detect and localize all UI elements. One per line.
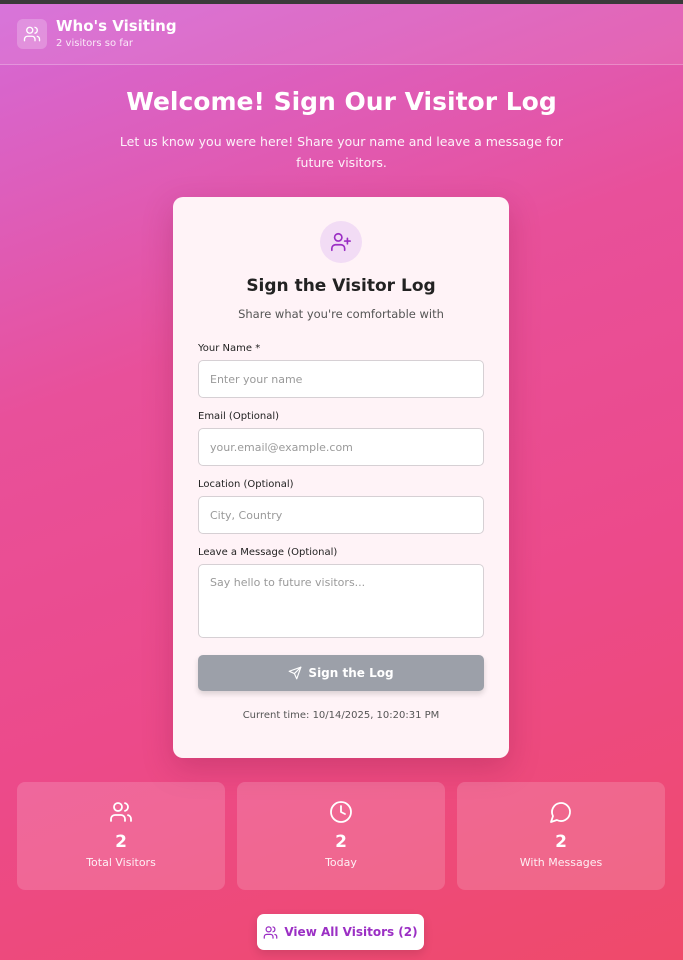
app-title: Who's Visiting — [56, 17, 177, 35]
current-time: Current time: 10/14/2025, 10:20:31 PM — [242, 710, 440, 721]
users-icon — [17, 19, 47, 49]
page-subtitle: Let us know you were here! Share your na… — [119, 134, 564, 170]
message-circle-icon — [549, 800, 573, 824]
stat-value: 2 — [555, 832, 567, 852]
view-all-visitors-button[interactable]: View All Visitors (2) — [257, 914, 424, 950]
message-textarea[interactable] — [198, 564, 484, 638]
users-icon — [263, 925, 278, 940]
stat-today: 2 Today — [237, 782, 445, 890]
visitor-count-subtitle: 2 visitors so far — [56, 38, 134, 49]
send-icon — [288, 666, 302, 680]
stat-value: 2 — [335, 832, 347, 852]
message-label: Leave a Message (Optional) — [198, 547, 338, 558]
clock-icon — [329, 800, 353, 824]
email-label: Email (Optional) — [198, 411, 280, 422]
sign-log-button[interactable]: Sign the Log — [198, 655, 484, 691]
location-input[interactable] — [198, 496, 484, 534]
stat-label: Total Visitors — [86, 856, 156, 869]
name-input[interactable] — [198, 360, 484, 398]
name-label: Your Name * — [198, 343, 261, 354]
stat-label: With Messages — [519, 856, 603, 869]
stat-value: 2 — [115, 832, 127, 852]
stat-total-visitors: 2 Total Visitors — [17, 782, 225, 890]
sign-log-button-label: Sign the Log — [308, 666, 394, 680]
user-plus-icon — [320, 221, 362, 263]
app-header: Who's Visiting 2 visitors so far — [0, 4, 683, 65]
form-subtitle: Share what you're comfortable with — [238, 307, 444, 321]
page-title: Welcome! Sign Our Visitor Log — [126, 87, 557, 116]
location-label: Location (Optional) — [198, 479, 294, 490]
visitor-log-form-card: Sign the Visitor Log Share what you're c… — [173, 197, 509, 758]
view-all-visitors-label: View All Visitors (2) — [284, 925, 418, 939]
email-input[interactable] — [198, 428, 484, 466]
stat-label: Today — [325, 856, 357, 869]
users-icon — [109, 800, 133, 824]
form-title: Sign the Visitor Log — [246, 276, 436, 296]
stat-with-messages: 2 With Messages — [457, 782, 665, 890]
